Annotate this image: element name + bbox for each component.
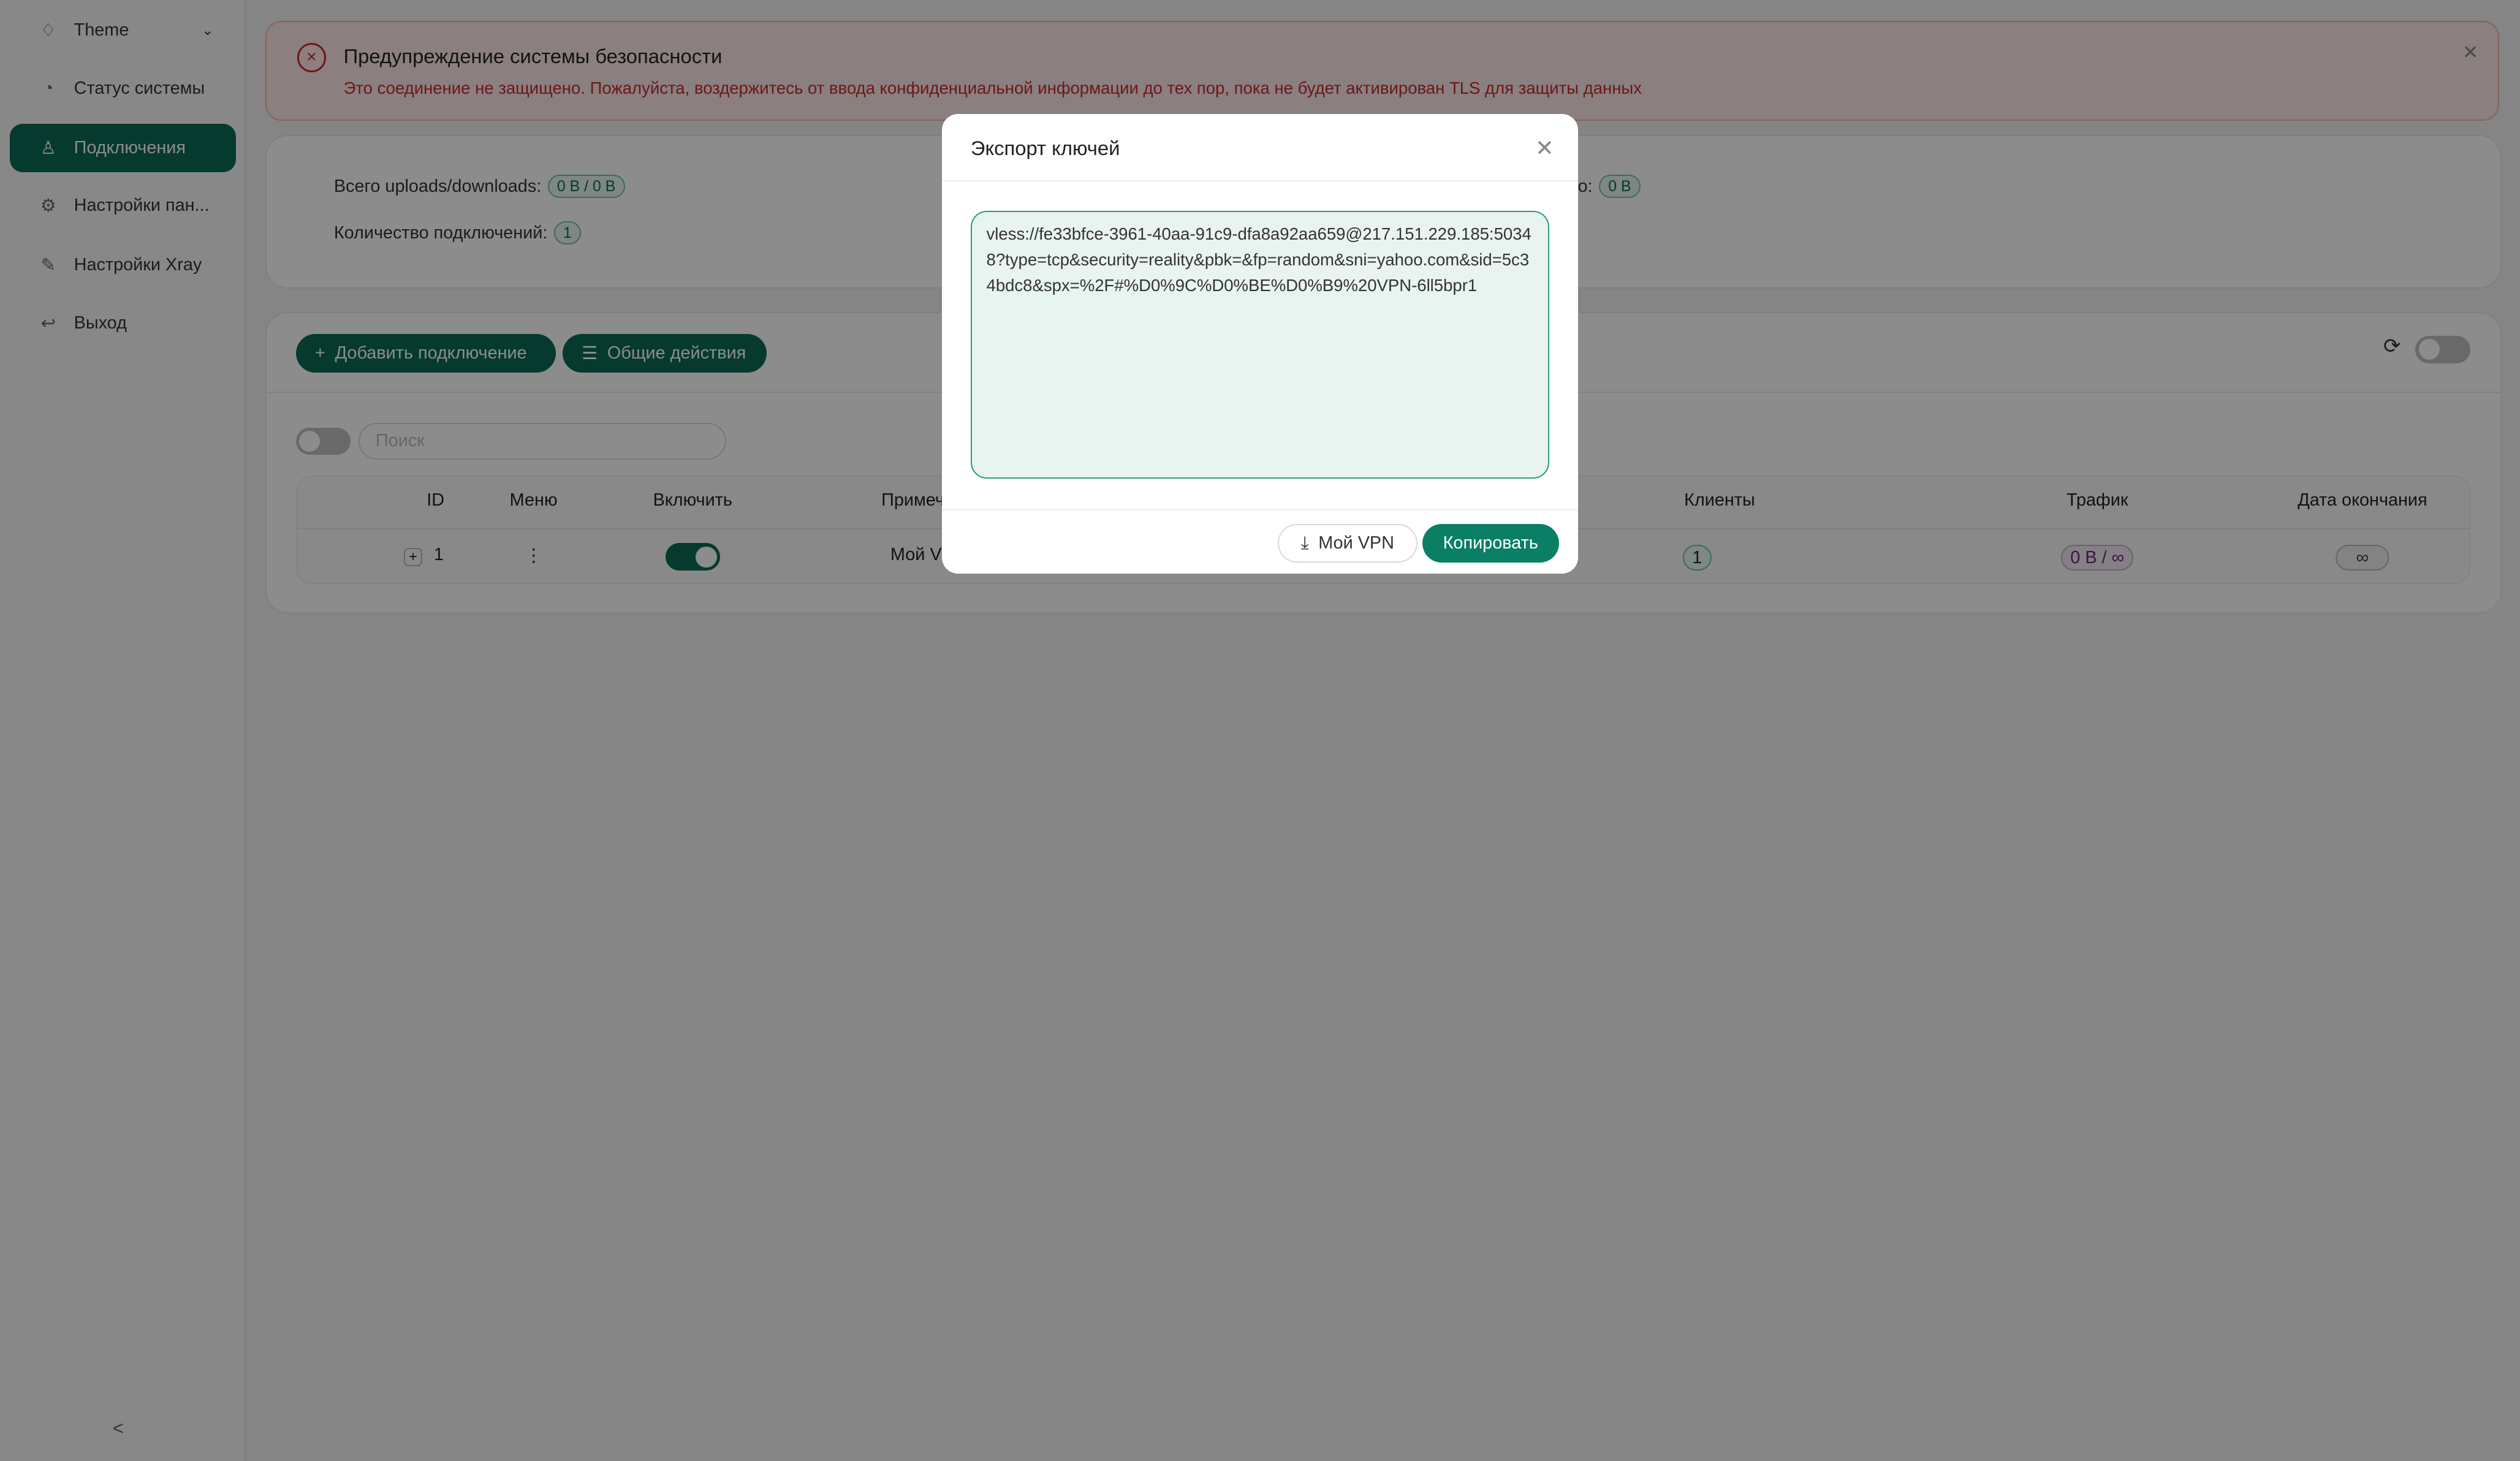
download-icon: ⤓: [1300, 533, 1309, 553]
download-label: Мой VPN: [1318, 533, 1394, 553]
modal-title: Экспорт ключей: [970, 136, 1120, 159]
divider: [941, 509, 1579, 510]
close-icon[interactable]: ✕: [1535, 135, 1554, 161]
copy-button[interactable]: Копировать: [1422, 523, 1559, 563]
export-keys-modal: Экспорт ключей ✕ vless://fe33bfce-3961-4…: [941, 114, 1579, 574]
key-link-textarea[interactable]: vless://fe33bfce-3961-40aa-91c9-dfa8a92a…: [970, 210, 1549, 479]
divider: [941, 180, 1579, 181]
download-button[interactable]: ⤓ Мой VPN: [1277, 523, 1418, 563]
